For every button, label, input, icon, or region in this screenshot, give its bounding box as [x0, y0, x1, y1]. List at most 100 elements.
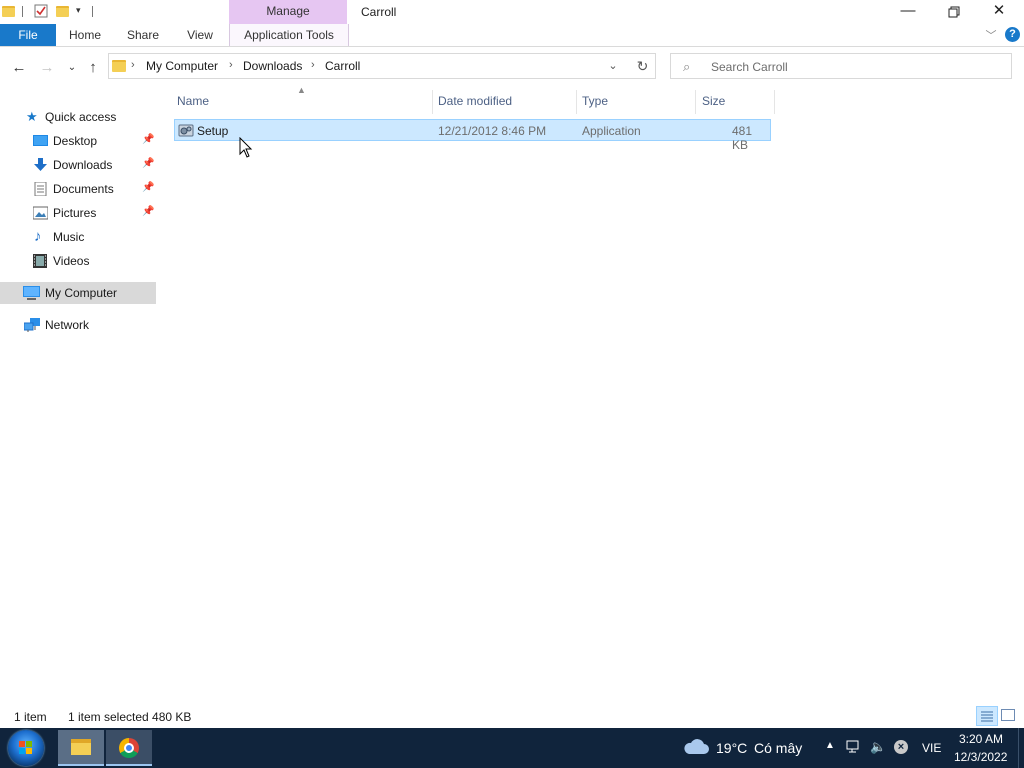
- breadcrumb-carroll[interactable]: Carroll: [325, 59, 360, 73]
- nav-item-label: Pictures: [53, 206, 97, 220]
- music-icon: ♪: [34, 228, 42, 245]
- column-header-size[interactable]: Size: [702, 94, 725, 108]
- column-divider[interactable]: [432, 90, 433, 114]
- back-arrow-icon: ←: [11, 59, 27, 76]
- refresh-button[interactable]: ↻: [630, 53, 656, 79]
- tab-application-tools[interactable]: Application Tools: [229, 24, 349, 46]
- pin-icon: 📌: [142, 158, 155, 169]
- cloud-icon[interactable]: [683, 739, 709, 755]
- nav-item-label: Quick access: [45, 110, 117, 124]
- taskbar-chrome[interactable]: [106, 730, 152, 766]
- nav-item-documents[interactable]: Documents 📌: [0, 178, 156, 200]
- search-input[interactable]: [709, 58, 1003, 76]
- restore-button[interactable]: [931, 0, 977, 24]
- forward-button[interactable]: →: [38, 59, 56, 77]
- column-header-date-modified[interactable]: Date modified: [438, 94, 512, 108]
- file-size: 481 KB: [732, 124, 753, 152]
- pictures-icon: [32, 206, 49, 220]
- restore-icon: [948, 6, 960, 18]
- start-button[interactable]: [8, 730, 44, 766]
- tab-home[interactable]: Home: [62, 24, 108, 46]
- status-selection: 1 item selected 480 KB: [68, 710, 192, 724]
- tab-share[interactable]: Share: [122, 24, 164, 46]
- nav-item-videos[interactable]: Videos: [0, 250, 156, 272]
- breadcrumb-chevron-icon[interactable]: ›: [229, 59, 233, 71]
- desktop-icon: [33, 134, 48, 148]
- properties-icon[interactable]: [34, 4, 48, 18]
- pin-icon: 📌: [142, 134, 155, 145]
- clock-time[interactable]: 3:20 AM: [959, 732, 1003, 746]
- nav-item-my-computer[interactable]: My Computer: [0, 282, 156, 304]
- nav-item-label: Music: [53, 230, 85, 244]
- chevron-down-icon: ⌄: [67, 62, 77, 73]
- breadcrumb-chevron-icon[interactable]: ›: [131, 59, 135, 71]
- ribbon-tabs: File Home Share View Application Tools ﹀…: [0, 24, 1024, 47]
- chevron-down-icon[interactable]: ⌄: [605, 59, 621, 72]
- weather-description[interactable]: Có mây: [754, 740, 802, 756]
- customize-arrow-icon[interactable]: ▾: [76, 5, 90, 19]
- folder-icon: [112, 60, 126, 72]
- up-button[interactable]: ↑: [84, 59, 102, 77]
- file-date-modified: 12/21/2012 8:46 PM: [438, 124, 547, 138]
- forward-arrow-icon: →: [39, 59, 55, 76]
- up-arrow-icon: ↑: [89, 59, 97, 76]
- column-divider[interactable]: [774, 90, 775, 114]
- taskbar: 19°C Có mây ▲ 🔈 × VIE 3:20 AM 12/3/2022: [0, 728, 1024, 768]
- nav-item-music[interactable]: ♪ Music: [0, 226, 156, 248]
- download-icon: [33, 158, 48, 172]
- clock-date[interactable]: 12/3/2022: [954, 750, 1007, 764]
- windows-logo-icon: [19, 748, 25, 754]
- minimize-icon: —: [900, 2, 916, 19]
- column-divider[interactable]: [576, 90, 577, 114]
- close-icon: ✕: [992, 2, 1006, 19]
- back-button[interactable]: ←: [10, 59, 28, 77]
- weather-temperature[interactable]: 19°C: [716, 740, 747, 756]
- tab-view[interactable]: View: [180, 24, 220, 46]
- show-desktop-button[interactable]: [1018, 728, 1024, 768]
- input-language[interactable]: VIE: [922, 741, 941, 755]
- column-header-name[interactable]: Name: [177, 94, 209, 108]
- nav-item-downloads[interactable]: Downloads 📌: [0, 154, 156, 176]
- show-hidden-icons-icon[interactable]: ▲: [825, 740, 835, 751]
- large-icons-view-button[interactable]: [1001, 709, 1015, 721]
- nav-item-pictures[interactable]: Pictures 📌: [0, 202, 156, 224]
- new-folder-icon[interactable]: [56, 4, 70, 18]
- details-view-button[interactable]: [976, 706, 998, 726]
- column-header-type[interactable]: Type: [582, 94, 608, 108]
- tab-file[interactable]: File: [0, 24, 56, 46]
- help-icon[interactable]: ?: [1005, 27, 1020, 42]
- taskbar-file-explorer[interactable]: [58, 730, 104, 766]
- file-name[interactable]: Setup: [197, 124, 228, 138]
- recent-locations-button[interactable]: ⌄: [63, 59, 81, 77]
- volume-icon[interactable]: 🔈: [870, 739, 886, 755]
- status-bar: 1 item 1 item selected 480 KB: [0, 706, 1024, 728]
- nav-item-quick-access[interactable]: ★ Quick access: [0, 106, 156, 128]
- table-row[interactable]: Setup 12/21/2012 8:46 PM Application 481…: [174, 119, 771, 152]
- windows-logo-icon: [26, 741, 32, 747]
- breadcrumb-chevron-icon[interactable]: ›: [311, 59, 315, 71]
- documents-icon: [34, 181, 49, 197]
- folder-icon: [2, 4, 16, 18]
- nav-item-network[interactable]: Network: [0, 314, 156, 336]
- nav-item-desktop[interactable]: Desktop 📌: [0, 130, 156, 152]
- address-bar[interactable]: › My Computer › Downloads › Carroll ⌄: [108, 53, 656, 79]
- sort-ascending-icon: ▲: [297, 85, 306, 95]
- ribbon-expand-icon[interactable]: ﹀: [984, 27, 998, 42]
- window-title: Carroll: [361, 5, 397, 19]
- search-box[interactable]: ⌕: [670, 53, 1012, 79]
- manage-context-tab[interactable]: Manage: [229, 0, 347, 24]
- notification-error-icon[interactable]: ×: [894, 740, 908, 754]
- pin-icon: 📌: [142, 182, 155, 193]
- breadcrumb-my-computer[interactable]: My Computer: [146, 59, 218, 73]
- windows-logo-icon: [26, 748, 32, 754]
- windows-logo-icon: [19, 741, 25, 747]
- minimize-button[interactable]: —: [885, 0, 931, 24]
- nav-item-label: Videos: [53, 254, 90, 268]
- column-divider[interactable]: [695, 90, 696, 114]
- status-item-count: 1 item: [14, 710, 47, 724]
- network-tray-icon[interactable]: [846, 740, 862, 757]
- computer-icon: [23, 286, 40, 300]
- breadcrumb-downloads[interactable]: Downloads: [243, 59, 302, 73]
- search-icon: ⌕: [683, 59, 691, 74]
- close-button[interactable]: ✕: [976, 0, 1022, 24]
